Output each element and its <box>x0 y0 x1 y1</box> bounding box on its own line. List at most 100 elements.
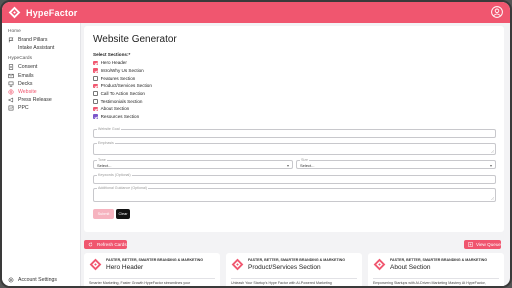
sidebar-section-home: Home <box>8 29 21 34</box>
chevron-down-icon: ▾ <box>286 163 289 168</box>
section-checkbox-row[interactable]: Features Section <box>93 74 152 82</box>
sidebar-item-label: Brand Pillars <box>18 37 48 44</box>
result-card-product-services[interactable]: FASTER, BETTER, SMARTER BRANDING & MARKE… <box>226 253 362 286</box>
checkbox[interactable] <box>93 60 98 66</box>
sidebar-item-label: PPC <box>18 105 29 112</box>
sidebar-item-website[interactable]: Website <box>2 88 80 96</box>
refresh-cards-button[interactable]: Refresh Cards <box>84 240 127 249</box>
website-generator-form: Website Generator Select Sections:* Hero… <box>84 26 504 232</box>
checkbox[interactable] <box>93 114 98 119</box>
section-checkbox-list: Hero Header Intro/Why Us Section Feature… <box>93 59 152 121</box>
deck-icon <box>8 81 14 87</box>
card-divider <box>231 278 357 279</box>
sidebar-item-label: Decks <box>18 80 33 87</box>
brand-name: HypeFactor <box>26 7 78 18</box>
additional-guidance-textarea[interactable]: Additional Guidance (Optional) <box>93 186 496 202</box>
checkbox[interactable] <box>93 98 98 104</box>
refresh-cards-label: Refresh Cards <box>97 242 127 247</box>
refresh-icon <box>88 242 93 247</box>
user-account-icon[interactable] <box>491 6 503 18</box>
field-label: Emphasis <box>97 141 115 145</box>
gear-icon <box>8 277 14 283</box>
checkbox[interactable] <box>93 68 98 73</box>
checkbox-label: Call To Action Section <box>100 91 145 97</box>
section-checkbox-row[interactable]: About Section <box>93 105 152 113</box>
sidebar-item-label: Emails <box>18 72 34 79</box>
chevron-down-icon: ▾ <box>489 163 492 168</box>
tone-select[interactable]: Tone Select... ▾ <box>93 158 293 169</box>
field-label: Website Goal <box>97 127 121 131</box>
page-title: Website Generator <box>93 34 177 45</box>
sidebar-item-press-release[interactable]: Press Release <box>2 96 80 104</box>
checkbox-label: Testimonials Section <box>100 98 143 104</box>
sidebar-item-label: Consent <box>18 64 38 71</box>
sidebar-item-intake-assistant[interactable]: Intake Assistant <box>2 44 80 52</box>
ppc-icon <box>8 106 14 111</box>
checkbox[interactable] <box>93 91 98 96</box>
card-blurb: Smarter Marketing, Faster Growth HypeFac… <box>89 281 191 285</box>
card-title: Product/Services Section <box>248 264 321 271</box>
resize-handle-icon[interactable] <box>491 150 494 153</box>
website-goal-input[interactable]: Website Goal <box>93 127 496 138</box>
section-checkbox-row[interactable]: Testimonials Section <box>93 97 152 105</box>
sidebar-item-decks[interactable]: Decks <box>2 80 80 88</box>
sidebar: Home Brand Pillars Intake Assistant Hype… <box>2 23 81 286</box>
globe-icon <box>8 89 14 95</box>
sidebar-item-consent[interactable]: Consent <box>2 63 80 71</box>
hypefactor-logo-icon <box>231 258 244 271</box>
size-select[interactable]: Size Select... ▾ <box>296 158 496 169</box>
sidebar-item-account-settings[interactable]: Account Settings <box>8 277 57 283</box>
sidebar-item-label: Intake Assistant <box>18 45 55 52</box>
top-bar: HypeFactor <box>2 2 510 23</box>
card-title: Hero Header <box>106 264 144 271</box>
result-card-hero-header[interactable]: FASTER, BETTER, SMARTER BRANDING & MARKE… <box>84 253 220 286</box>
checkbox[interactable] <box>93 75 98 81</box>
view-queue-button[interactable]: View Queue <box>464 240 501 249</box>
checkbox-label: About Section <box>100 106 130 112</box>
section-checkbox-row[interactable]: Product/Services Section <box>93 82 152 90</box>
card-tagline: FASTER, BETTER, SMARTER BRANDING & MARKE… <box>390 258 488 262</box>
section-checkbox-row[interactable]: Call To Action Section <box>93 90 152 98</box>
mail-icon <box>8 73 14 78</box>
hypefactor-logo-icon <box>89 258 102 271</box>
sidebar-item-emails[interactable]: Emails <box>2 72 80 80</box>
card-title: About Section <box>390 264 431 271</box>
select-sections-label: Select Sections:* <box>93 52 131 57</box>
checkbox[interactable] <box>93 106 98 112</box>
tone-selected-value: Select... <box>97 163 112 168</box>
checkbox-label: Hero Header <box>100 60 127 66</box>
sidebar-item-ppc[interactable]: PPC <box>2 104 80 112</box>
hypefactor-logo-icon <box>373 258 386 271</box>
size-selected-value: Select... <box>300 163 315 168</box>
emphasis-textarea[interactable]: Emphasis <box>93 141 496 155</box>
sidebar-item-label: Account Settings <box>18 277 57 283</box>
field-label: Additional Guidance (Optional) <box>97 186 148 190</box>
field-label: Keywords (Optional) <box>97 173 132 177</box>
keywords-input[interactable]: Keywords (Optional) <box>93 173 496 184</box>
clear-button[interactable]: Clear <box>116 209 130 219</box>
section-checkbox-row[interactable]: Hero Header <box>93 59 152 67</box>
field-label: Tone <box>97 158 107 162</box>
sidebar-section-hypecards: HypeCards <box>8 56 32 62</box>
card-blurb: Unleash Your Startup's Hype Factor with … <box>231 281 332 285</box>
app-window: HypeFactor Home Brand Pillars Intake Ass… <box>0 0 512 288</box>
hypefactor-logo-icon[interactable] <box>8 6 21 19</box>
section-checkbox-row[interactable]: Intro/Why Us Section <box>93 67 152 75</box>
checkbox[interactable] <box>93 83 98 89</box>
result-card-about-section[interactable]: FASTER, BETTER, SMARTER BRANDING & MARKE… <box>368 253 504 286</box>
view-queue-label: View Queue <box>476 242 501 247</box>
sidebar-item-label: Press Release <box>18 97 52 104</box>
card-tagline: FASTER, BETTER, SMARTER BRANDING & MARKE… <box>248 258 346 262</box>
checkbox-label: Resources Section <box>100 114 140 120</box>
checkbox-label: Features Section <box>100 75 136 81</box>
sidebar-item-label: Website <box>18 89 37 96</box>
submit-button[interactable]: Submit <box>93 209 114 219</box>
resize-handle-icon[interactable] <box>491 197 494 200</box>
document-icon <box>8 64 14 71</box>
sidebar-item-brand-pillars[interactable]: Brand Pillars <box>2 36 80 44</box>
card-blurb: Empowering Startups with AI-Driven Marke… <box>373 281 486 285</box>
card-tagline: FASTER, BETTER, SMARTER BRANDING & MARKE… <box>106 258 204 262</box>
queue-icon <box>468 242 473 247</box>
card-divider <box>89 278 215 279</box>
section-checkbox-row[interactable]: Resources Section <box>93 113 152 121</box>
